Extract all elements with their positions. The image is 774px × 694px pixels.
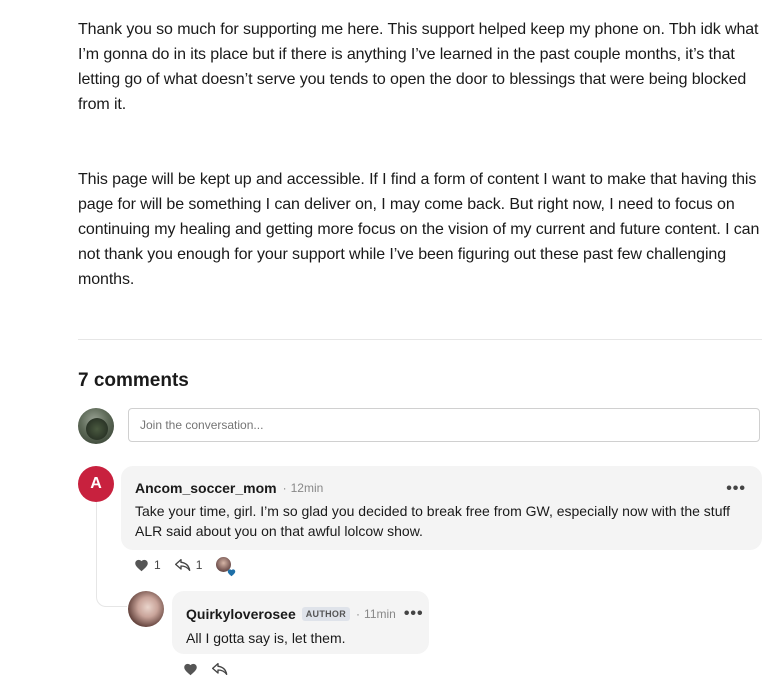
- comments-title: 7 comments: [78, 370, 189, 391]
- current-user-avatar: [78, 408, 114, 444]
- divider: [78, 339, 762, 340]
- post-body: Thank you so much for supporting me here…: [78, 17, 768, 292]
- comment-bubble: Quirkyloverosee AUTHOR · 11min ••• All I…: [172, 591, 429, 654]
- comment-author[interactable]: Quirkyloverosee: [186, 606, 296, 622]
- like-count: 1: [154, 557, 161, 572]
- comment-time[interactable]: 11min: [364, 607, 396, 621]
- comment-header: Quirkyloverosee AUTHOR · 11min •••: [186, 605, 423, 623]
- reply-arrow-icon: [174, 558, 191, 571]
- more-dots-icon[interactable]: •••: [726, 480, 746, 498]
- comment-time[interactable]: 12min: [291, 481, 324, 495]
- heart-icon: [135, 559, 148, 571]
- reactor-avatar: [216, 557, 236, 577]
- heart-icon: [228, 569, 236, 577]
- reply-button[interactable]: [212, 662, 228, 676]
- like-button[interactable]: [183, 662, 198, 676]
- avatar[interactable]: [128, 591, 164, 627]
- reaction-summary[interactable]: [216, 557, 236, 577]
- comment-actions: 1 1: [134, 557, 245, 577]
- separator: ·: [356, 607, 361, 621]
- comment-actions: [183, 662, 242, 676]
- comment-text: Take your time, girl. I’m so glad you de…: [135, 503, 731, 539]
- post-paragraph: Thank you so much for supporting me here…: [78, 21, 759, 113]
- post-paragraph: This page will be kept up and accessible…: [78, 171, 760, 288]
- comment-header: Ancom_soccer_mom · 12min: [135, 480, 748, 496]
- like-button[interactable]: 1: [134, 558, 161, 572]
- comment-author[interactable]: Ancom_soccer_mom: [135, 480, 277, 496]
- author-badge: AUTHOR: [301, 607, 351, 621]
- heart-icon: [184, 663, 197, 676]
- reply-button[interactable]: 1: [174, 557, 203, 572]
- avatar[interactable]: A: [78, 466, 114, 502]
- more-dots-icon[interactable]: •••: [404, 605, 424, 623]
- reply-count: 1: [195, 557, 203, 572]
- comment-text: All I gotta say is, let them.: [186, 630, 346, 646]
- separator: ·: [282, 481, 287, 495]
- comment-input[interactable]: [128, 408, 760, 442]
- comment-bubble: Ancom_soccer_mom · 12min ••• Take your t…: [121, 466, 762, 550]
- reply-arrow-icon: [212, 663, 228, 675]
